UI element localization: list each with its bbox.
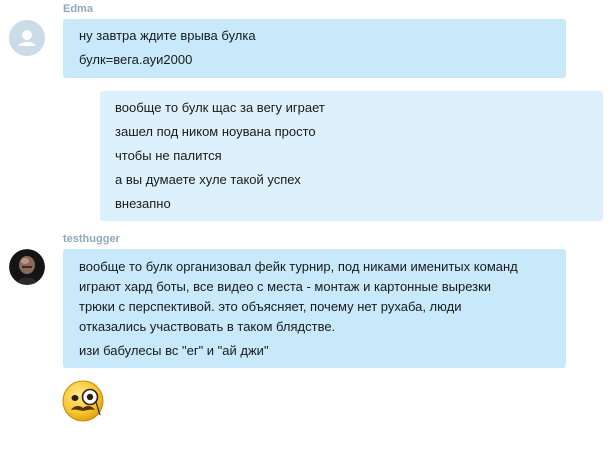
message-line: а вы думаете хуле такой успех	[115, 172, 301, 187]
message-line: играют хард боты, все видео с места - мо…	[79, 279, 492, 294]
message-bubble-outgoing[interactable]: вообще то булк щас за вегу играет зашел …	[100, 91, 603, 221]
monocle-smiley-icon[interactable]	[62, 380, 106, 425]
message-line: вообще то булк организовал фейк турнир, …	[79, 259, 518, 274]
message-line: чтобы не палится	[115, 148, 222, 163]
message-line: внезапно	[115, 196, 171, 211]
message-line: вообще то булк щас за вегу играет	[115, 100, 325, 115]
default-user-icon	[9, 20, 45, 56]
message-bubble-testhugger[interactable]: вообще то булк организовал фейк турнир, …	[63, 249, 566, 368]
message-line: отказались участвовать в таком блядстве.	[79, 319, 336, 334]
message-line: ну завтра ждите врыва булка	[79, 28, 256, 43]
sender-name-edma[interactable]: Edma	[63, 3, 93, 15]
message-line: булк=вега.ауи2000	[79, 52, 193, 67]
message-line: изи бабулесы вс "ег" и "ай джи"	[79, 343, 269, 358]
message-bubble-edma[interactable]: ну завтра ждите врыва булка булк=вега.ау…	[63, 19, 566, 78]
message-line: трюки с перспективой. это объясняет, поч…	[79, 299, 462, 314]
user-photo-icon	[9, 249, 45, 285]
avatar-edma[interactable]	[9, 20, 45, 56]
message-line: зашел под ником ноувана просто	[115, 124, 316, 139]
avatar-testhugger[interactable]	[9, 249, 45, 285]
sender-name-testhugger[interactable]: testhugger	[63, 233, 120, 245]
